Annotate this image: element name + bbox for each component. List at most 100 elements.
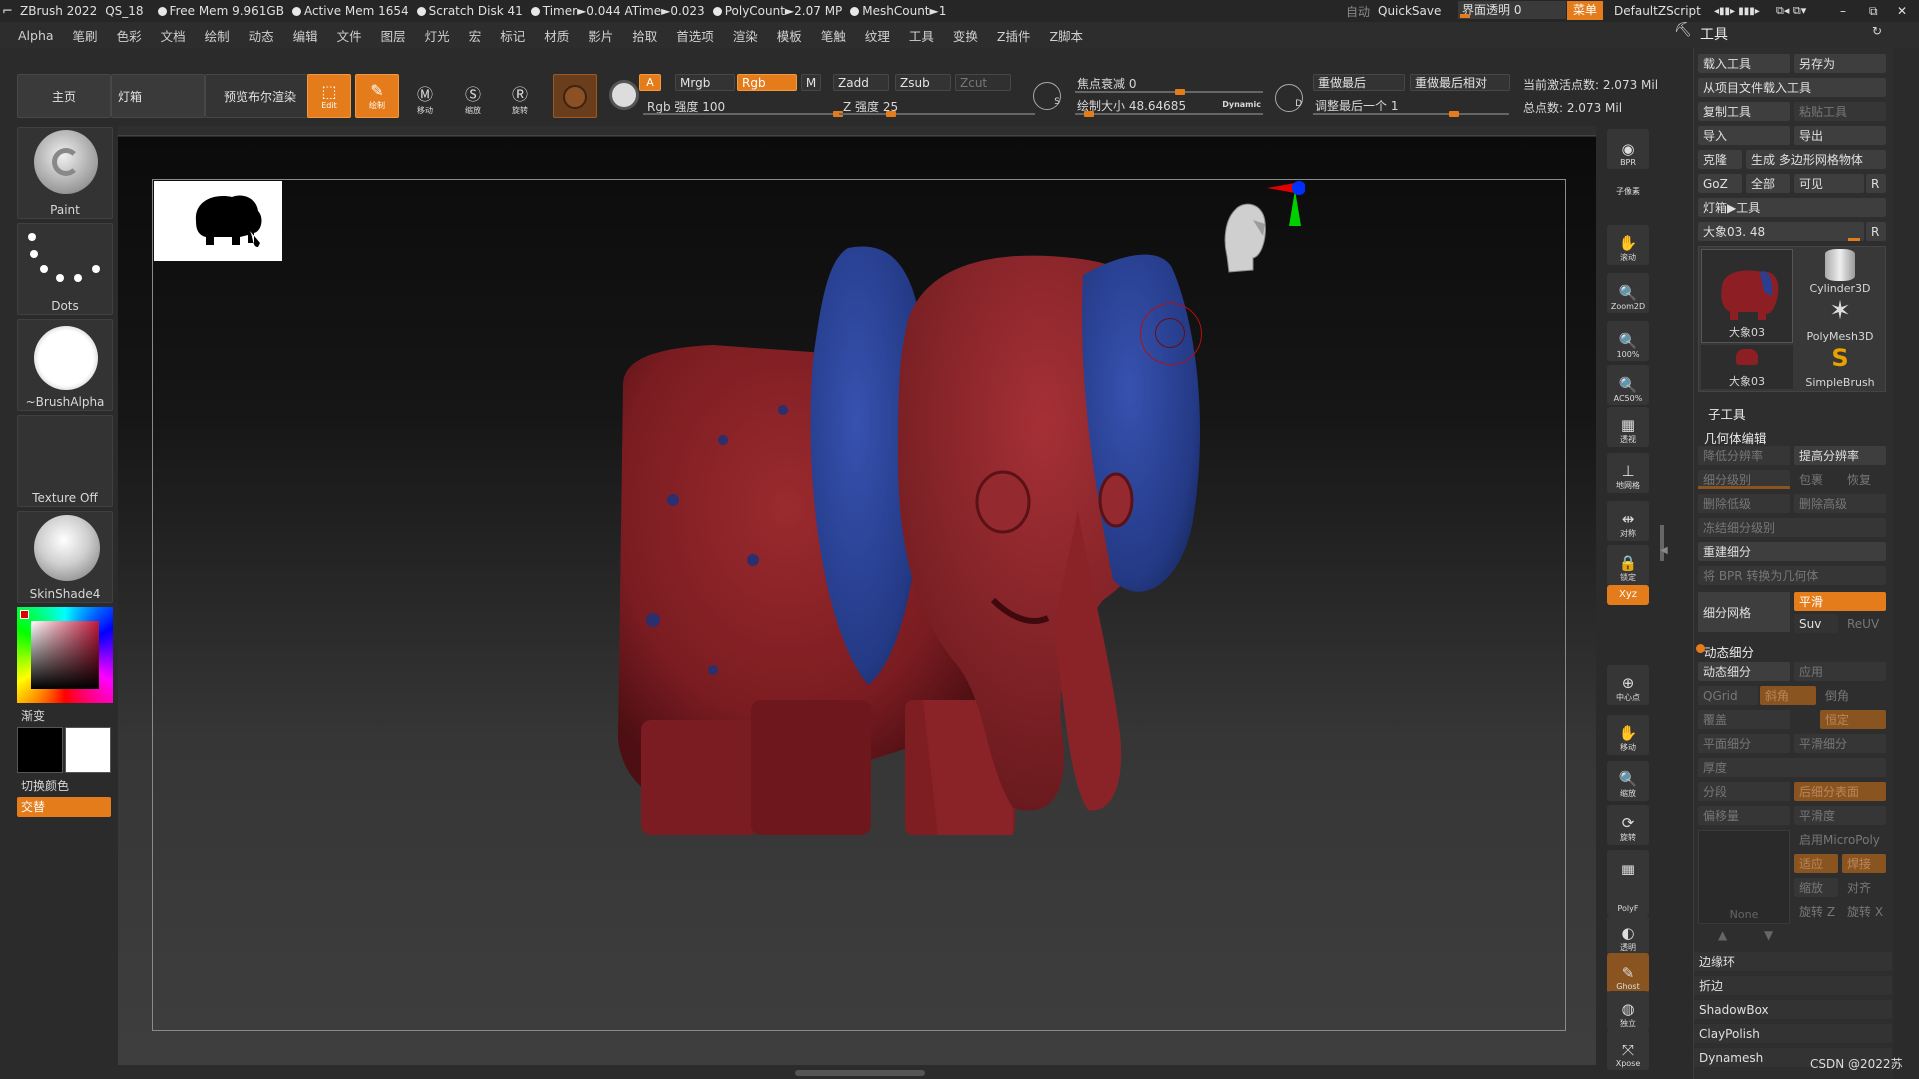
menu-item[interactable]: 灯光 [425, 26, 450, 45]
mrgb-button[interactable]: Mrgb [675, 74, 735, 91]
switch-color-label[interactable]: 切换颜色 [21, 777, 69, 794]
shelf-button-8[interactable]: ⇹ 对称 [1607, 501, 1649, 541]
minimize-icon[interactable]: – [1840, 4, 1846, 18]
segments-slider[interactable]: 分段 [1698, 782, 1790, 801]
menu-item[interactable]: Alpha [18, 28, 54, 43]
dynamic-sub-button[interactable]: 动态细分 [1698, 662, 1790, 681]
dynamic-sub-header[interactable]: 动态细分 [1704, 642, 1754, 661]
color-picker[interactable] [17, 607, 113, 703]
micropoly-scale-slider[interactable]: 缩放 [1794, 878, 1838, 897]
scroll-indicator[interactable] [795, 1070, 925, 1076]
zsub-button[interactable]: Zsub [895, 74, 951, 91]
menu-item[interactable]: 宏 [469, 26, 482, 45]
home-button[interactable]: 主页 [17, 74, 111, 118]
brush-selector[interactable]: Paint [17, 127, 113, 219]
align-toggle[interactable]: 对齐 [1842, 878, 1886, 897]
menu-item[interactable]: 变换 [953, 26, 978, 45]
stroke-selector[interactable]: Dots [17, 223, 113, 315]
weld-toggle[interactable]: 焊接 [1842, 854, 1886, 873]
menu-item[interactable]: 模板 [777, 26, 802, 45]
rotate-x-button[interactable]: 旋转 X [1842, 902, 1886, 921]
tool-name-slider[interactable]: 大象03. 48 [1698, 222, 1864, 241]
menu-item[interactable]: Z插件 [997, 26, 1031, 45]
micropoly-button[interactable]: 启用MicroPoly [1794, 830, 1886, 849]
shelf-button-21[interactable]: ◍ 独立 [1607, 991, 1649, 1031]
thickness-slider[interactable]: 厚度 [1698, 758, 1886, 777]
menu-item[interactable]: 工具 [909, 26, 934, 45]
shelf-button-6[interactable]: ▦ 透视 [1607, 407, 1649, 447]
higher-res-button[interactable]: 提高分辨率 [1794, 446, 1886, 465]
quicksave-button[interactable]: QuickSave [1378, 4, 1441, 18]
edit-button[interactable]: ⬚ Edit [307, 74, 351, 118]
constant-toggle[interactable]: 恒定 [1820, 710, 1886, 729]
menu-item[interactable]: 图层 [381, 26, 406, 45]
rotate-button[interactable]: Ⓡ 旋转 [502, 74, 538, 116]
sdiv-slider[interactable]: 细分级别 [1698, 470, 1790, 489]
shelf-button-18[interactable]: PolyF [1607, 875, 1649, 915]
alternate-button[interactable]: 交替 [17, 797, 111, 817]
save-as-button[interactable]: 另存为 [1794, 54, 1886, 73]
shelf-button-20[interactable]: ✎ Ghost [1607, 953, 1649, 993]
secondary-color-swatch[interactable] [65, 727, 111, 773]
alpha-selector[interactable]: ~BrushAlpha [17, 319, 113, 411]
lightbox-tools-button[interactable]: 灯箱▶工具 [1698, 198, 1886, 217]
menu-item[interactable]: 文件 [337, 26, 362, 45]
load-tool-button[interactable]: 载入工具 [1698, 54, 1790, 73]
claypolish-header[interactable]: ClayPolish [1694, 1024, 1892, 1043]
curve-up-icon[interactable]: ▲ [1718, 928, 1727, 942]
shadowbox-header[interactable]: ShadowBox [1694, 1000, 1892, 1019]
edgeloop-header[interactable]: 边缘环 [1694, 952, 1892, 971]
menu-item[interactable]: 材质 [544, 26, 569, 45]
menu-item[interactable]: 渲染 [733, 26, 758, 45]
menu-item[interactable]: 文档 [161, 26, 186, 45]
draw-size-slider[interactable]: 绘制大小 48.64685 Dynamic [1075, 96, 1265, 117]
shelf-button-7[interactable]: ⊥ 地网格 [1607, 453, 1649, 493]
lightbox-button[interactable]: 灯箱 [111, 74, 205, 118]
layout-arrows-icon[interactable]: ◂▮▮▸ ▮▮▮▸ [1714, 6, 1760, 17]
bpr-to-geo-button[interactable]: 将 BPR 转换为几何体 [1698, 566, 1886, 585]
shelf-button-9[interactable]: 🔒 锁定 [1607, 545, 1649, 585]
preview-boolean-button[interactable]: 预览布尔渲染 [205, 74, 315, 118]
shelf-button-0[interactable]: ◉ BPR [1607, 129, 1649, 169]
panel-collapse-arrow-icon[interactable]: ◀ [1660, 545, 1668, 556]
canvas-frame[interactable] [152, 179, 1566, 1031]
shelf-button-14[interactable]: ✋ 移动 [1607, 715, 1649, 755]
crease-header[interactable]: 折边 [1694, 976, 1892, 995]
reuv-toggle[interactable]: ReUV [1842, 614, 1886, 633]
m-button[interactable]: M [801, 74, 821, 91]
smooth-toggle[interactable]: 平滑 [1794, 592, 1886, 611]
visible-button[interactable]: 可见 [1794, 174, 1864, 193]
copy-tool-button[interactable]: 复制工具 [1698, 102, 1790, 121]
shelf-button-3[interactable]: 🔍 Zoom2D [1607, 273, 1649, 313]
texture-selector[interactable]: Texture Off [17, 415, 113, 507]
menu-item[interactable]: 编辑 [293, 26, 318, 45]
material-sphere-icon[interactable] [553, 74, 597, 118]
shelf-button-2[interactable]: ✋ 滚动 [1607, 225, 1649, 265]
divide-button[interactable]: 细分网格 [1698, 592, 1790, 632]
tool-thumb-polymesh[interactable]: ✶ PolyMesh3D [1797, 297, 1883, 343]
suv-toggle[interactable]: Suv [1794, 614, 1838, 633]
clone-button[interactable]: 克隆 [1698, 150, 1742, 169]
redo-last-button[interactable]: 重做最后 [1313, 74, 1405, 91]
shelf-button-16[interactable]: ⟳ 旋转 [1607, 805, 1649, 845]
tool-thumb-simplebrush[interactable]: S SimpleBrush [1797, 345, 1883, 389]
reconstruct-subdiv-button[interactable]: 重建细分 [1698, 542, 1886, 561]
shelf-button-5[interactable]: 🔍 AC50% [1607, 365, 1649, 405]
menu-item[interactable]: 色彩 [117, 26, 142, 45]
z-intensity-slider[interactable]: Z 强度 25 [839, 95, 1035, 117]
restore-icon[interactable]: ⧉ [1869, 4, 1878, 19]
stroke-swirl-icon[interactable] [609, 80, 639, 110]
close-icon[interactable]: ✕ [1897, 4, 1907, 18]
paste-tool-button[interactable]: 粘贴工具 [1794, 102, 1886, 121]
axis-gizmo-icon[interactable] [1261, 180, 1306, 230]
cage-button[interactable]: 包裹 [1794, 470, 1838, 489]
tool-thumb-cylinder[interactable]: Cylinder3D [1797, 249, 1883, 295]
scale-button[interactable]: Ⓢ 缩放 [455, 74, 491, 116]
shelf-button-1[interactable]: 子像素 [1607, 183, 1649, 199]
primary-color-swatch[interactable] [17, 727, 63, 773]
focal-shift-slider[interactable]: 焦点衰减 0 [1075, 74, 1265, 95]
shelf-button-4[interactable]: 🔍 100% [1607, 321, 1649, 361]
apply-button[interactable]: 应用 [1794, 662, 1886, 681]
freeze-subdiv-button[interactable]: 冻结细分级别 [1698, 518, 1886, 537]
post-sub-toggle[interactable]: 后细分表面 [1794, 782, 1886, 801]
